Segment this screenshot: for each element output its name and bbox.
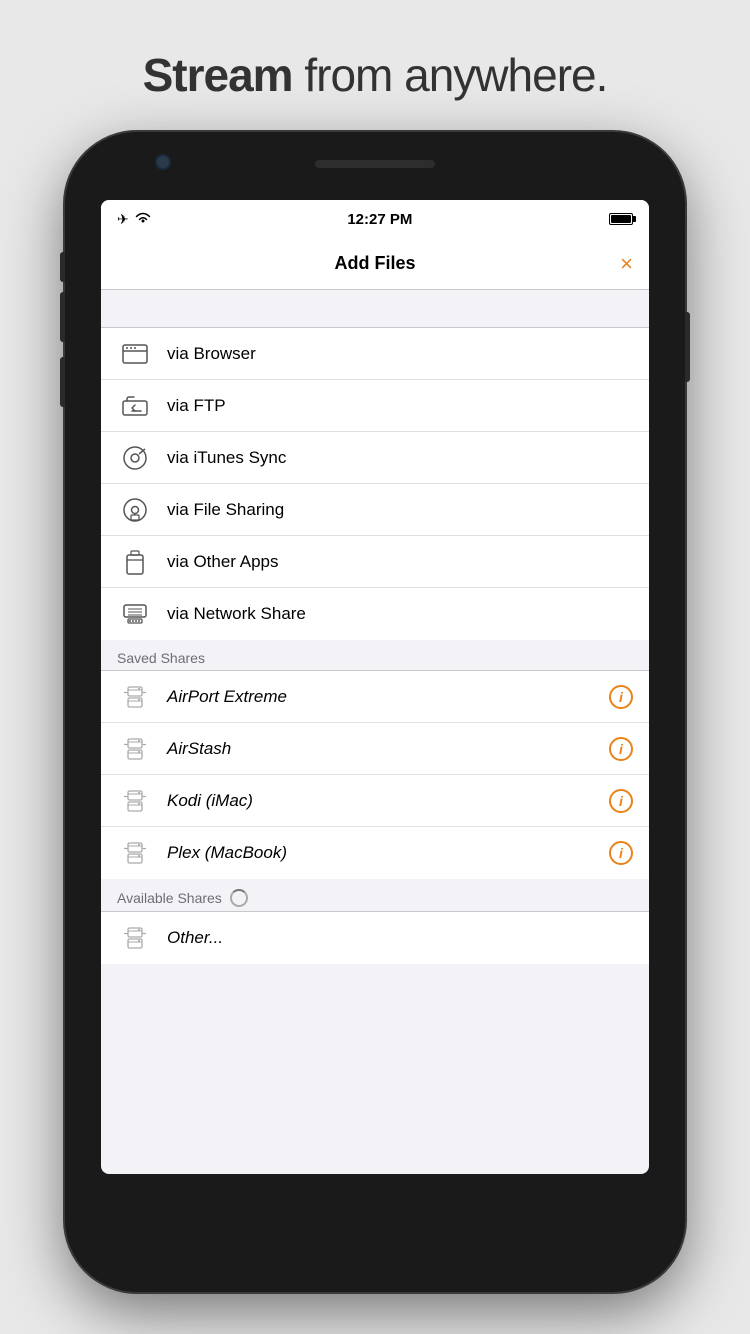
status-left: ✈ xyxy=(117,211,151,228)
list-item-networkshare[interactable]: via Network Share xyxy=(101,588,649,640)
volume-up-button[interactable] xyxy=(60,292,65,342)
tagline-bold: Stream xyxy=(143,49,293,101)
airport-label: AirPort Extreme xyxy=(167,687,609,707)
tagline: Stream from anywhere. xyxy=(143,48,608,102)
kodi-label: Kodi (iMac) xyxy=(167,791,609,811)
otherapps-icon xyxy=(117,544,153,580)
top-divider xyxy=(101,290,649,328)
other-label: Other... xyxy=(167,928,633,948)
list-item-airport[interactable]: AirPort Extreme i xyxy=(101,671,649,723)
tagline-rest: from anywhere. xyxy=(293,49,608,101)
saved-shares-list: AirPort Extreme i xyxy=(101,671,649,879)
available-shares-label: Available Shares xyxy=(117,890,222,906)
airstash-info-button[interactable]: i xyxy=(609,737,633,761)
mute-button[interactable] xyxy=(60,252,65,282)
airstash-label: AirStash xyxy=(167,739,609,759)
list-item-other[interactable]: Other... xyxy=(101,912,649,964)
status-right xyxy=(609,213,633,225)
loading-spinner xyxy=(230,889,248,907)
battery-fill xyxy=(611,215,631,223)
battery-icon xyxy=(609,213,633,225)
nav-title: Add Files xyxy=(334,253,415,274)
list-item-kodi[interactable]: Kodi (iMac) i xyxy=(101,775,649,827)
list-item-ftp[interactable]: via FTP xyxy=(101,380,649,432)
list-item-airstash[interactable]: AirStash i xyxy=(101,723,649,775)
airplane-icon: ✈ xyxy=(117,211,129,228)
power-button[interactable] xyxy=(685,312,690,382)
saved-shares-label: Saved Shares xyxy=(117,650,205,666)
list-item-otherapps[interactable]: via Other Apps xyxy=(101,536,649,588)
add-options-list: via Browser via FTP xyxy=(101,328,649,640)
networkshare-icon xyxy=(117,596,153,632)
available-shares-list: Other... xyxy=(101,912,649,964)
filesharing-icon xyxy=(117,492,153,528)
status-time: 12:27 PM xyxy=(347,211,412,228)
filesharing-label: via File Sharing xyxy=(167,500,633,520)
airport-info-button[interactable]: i xyxy=(609,685,633,709)
browser-icon xyxy=(117,336,153,372)
airport-icon xyxy=(117,679,153,715)
phone-frame: ✈ 12:27 PM Add Files × xyxy=(65,132,685,1292)
kodi-icon xyxy=(117,783,153,819)
browser-label: via Browser xyxy=(167,344,633,364)
kodi-info-button[interactable]: i xyxy=(609,789,633,813)
networkshare-label: via Network Share xyxy=(167,604,633,624)
itunes-label: via iTunes Sync xyxy=(167,448,633,468)
phone-speaker xyxy=(315,160,435,168)
list-item-browser[interactable]: via Browser xyxy=(101,328,649,380)
screen: ✈ 12:27 PM Add Files × xyxy=(101,200,649,1174)
saved-shares-header: Saved Shares xyxy=(101,640,649,671)
volume-down-button[interactable] xyxy=(60,357,65,407)
list-item-filesharing[interactable]: via File Sharing xyxy=(101,484,649,536)
plex-info-button[interactable]: i xyxy=(609,841,633,865)
wifi-icon xyxy=(135,211,151,227)
itunes-icon xyxy=(117,440,153,476)
plex-icon xyxy=(117,835,153,871)
content-scroll[interactable]: via Browser via FTP xyxy=(101,290,649,1174)
otherapps-label: via Other Apps xyxy=(167,552,633,572)
ftp-icon xyxy=(117,388,153,424)
plex-label: Plex (MacBook) xyxy=(167,843,609,863)
available-shares-header: Available Shares xyxy=(101,879,649,912)
phone-camera xyxy=(155,154,171,170)
nav-bar: Add Files × xyxy=(101,238,649,290)
status-bar: ✈ 12:27 PM xyxy=(101,200,649,238)
airstash-icon xyxy=(117,731,153,767)
list-item-itunes[interactable]: via iTunes Sync xyxy=(101,432,649,484)
close-button[interactable]: × xyxy=(620,251,633,277)
list-item-plex[interactable]: Plex (MacBook) i xyxy=(101,827,649,879)
ftp-label: via FTP xyxy=(167,396,633,416)
other-icon xyxy=(117,920,153,956)
